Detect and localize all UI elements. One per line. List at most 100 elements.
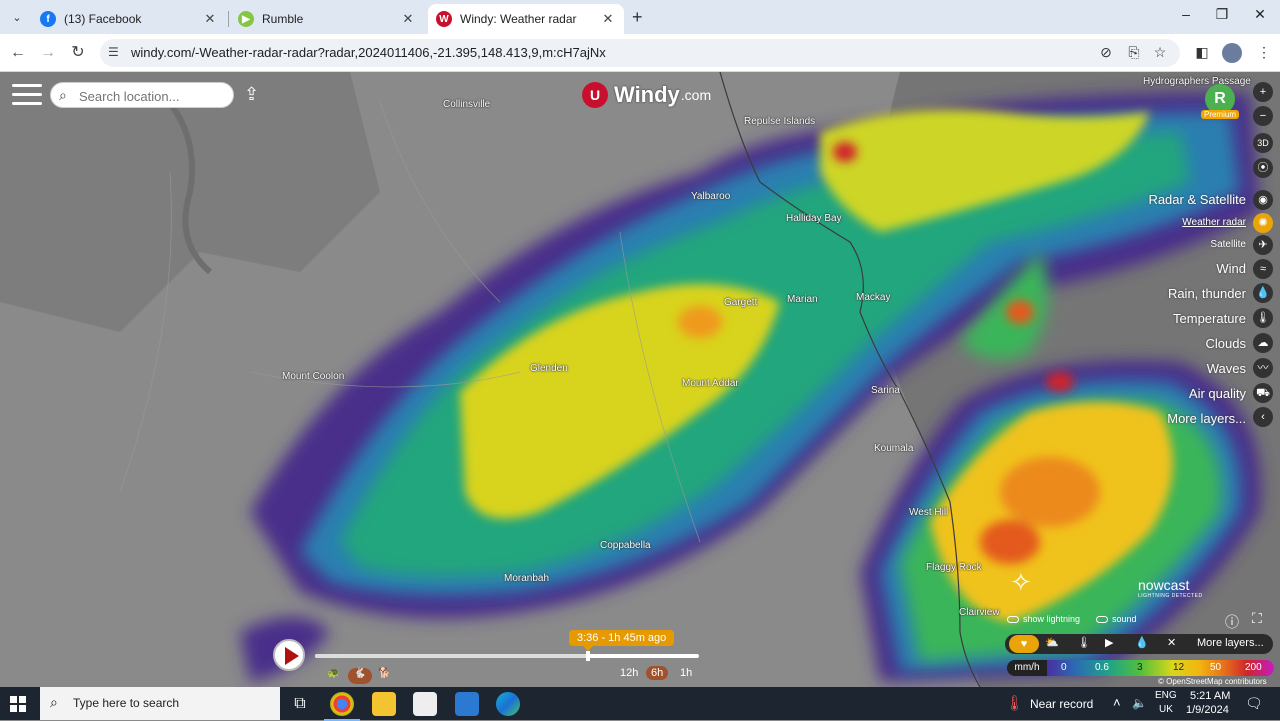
place-marian[interactable]: Marian	[787, 294, 818, 305]
edge-icon[interactable]	[496, 692, 520, 716]
chevron-up-icon[interactable]: ˄	[1113, 695, 1121, 710]
fullscreen-icon[interactable]: ⛶	[1252, 610, 1262, 627]
place-clairview[interactable]: Clairview	[959, 607, 1000, 618]
search-location-box[interactable]: ⌕	[50, 82, 234, 108]
premium-avatar[interactable]: R Premium	[1201, 84, 1239, 122]
range-1h[interactable]: 1h	[675, 666, 697, 680]
weather-icon[interactable]: ⛅	[1045, 636, 1059, 649]
drop-icon[interactable]: 💧	[1135, 636, 1149, 649]
windows-start-icon[interactable]	[10, 696, 26, 712]
menu-kebab-icon[interactable]: ⋮	[1254, 44, 1274, 61]
chevron-left-icon[interactable]: ‹	[1253, 407, 1273, 427]
close-icon[interactable]: ✕	[400, 11, 416, 27]
place-yalbaroo[interactable]: Yalbaroo	[691, 191, 730, 202]
sound-toggle[interactable]: sound	[1096, 614, 1137, 624]
clock-time[interactable]: 5:21 AM	[1190, 690, 1230, 702]
place-mackay[interactable]: Mackay	[856, 292, 890, 303]
reload-button[interactable]: ↻	[67, 42, 89, 64]
layer-weather-radar[interactable]: Weather radar	[1182, 217, 1246, 228]
taskbar-search[interactable]: ⌕ Type here to search	[40, 687, 280, 720]
timeline-track[interactable]	[315, 651, 699, 661]
satellite-icon[interactable]: ✈	[1253, 235, 1273, 255]
window-close-button[interactable]: ✕	[1250, 6, 1270, 23]
favorite-heart-icon[interactable]: ♥	[1009, 635, 1039, 653]
radar-map[interactable]: Collinsville Repulse Islands Hydrographe…	[0, 72, 1280, 687]
layer-rain-thunder[interactable]: Rain, thunder	[1168, 286, 1246, 301]
place-glenden[interactable]: Glenden	[530, 363, 568, 374]
clock-date[interactable]: 1/9/2024	[1186, 704, 1229, 716]
windy-logo[interactable]: U Windy .com	[582, 82, 711, 108]
minimize-button[interactable]: –	[1176, 6, 1196, 22]
address-bar[interactable]: ☰ windy.com/-Weather-radar-radar?radar,2…	[100, 39, 1180, 67]
site-info-icon[interactable]: ☰	[108, 45, 119, 59]
place-mount-addar[interactable]: Mount Addar	[682, 378, 739, 389]
temperature-icon[interactable]: 🌡	[1077, 636, 1091, 649]
layer-waves[interactable]: Waves	[1207, 361, 1246, 376]
timeline-handle[interactable]	[585, 651, 590, 661]
task-view-icon[interactable]: ⧉	[288, 692, 312, 716]
back-button[interactable]: ←	[7, 42, 29, 64]
medium-speed-icon[interactable]: 🐇	[348, 668, 372, 684]
slow-speed-icon[interactable]: 🐢	[327, 668, 339, 679]
layer-more-layers[interactable]: More layers...	[1167, 411, 1246, 426]
region-indicator[interactable]: UK	[1159, 704, 1173, 715]
microsoft-store-icon[interactable]	[413, 692, 437, 716]
tab-windy[interactable]: W Windy: Weather radar ✕	[428, 4, 624, 34]
menu-hamburger-icon[interactable]	[12, 84, 42, 106]
webcam-icon[interactable]: ▶	[1105, 636, 1113, 649]
thermometer-icon[interactable]: 🌡	[1253, 308, 1273, 328]
thermometer-icon[interactable]: 🌡	[1005, 694, 1024, 712]
place-halliday-bay[interactable]: Halliday Bay	[786, 213, 842, 224]
place-gargett[interactable]: Gargett	[724, 297, 757, 308]
place-moranbah[interactable]: Moranbah	[504, 573, 549, 584]
rain-icon[interactable]: 💧	[1253, 283, 1273, 303]
file-explorer-icon[interactable]	[372, 692, 396, 716]
show-lightning-toggle[interactable]: show lightning	[1007, 614, 1080, 624]
zoom-out-button[interactable]: −	[1253, 106, 1273, 126]
tab-facebook[interactable]: f (13) Facebook ✕	[32, 4, 226, 34]
profile-avatar[interactable]	[1222, 43, 1242, 63]
close-icon[interactable]: ✕	[202, 11, 218, 27]
tab-rumble[interactable]: ▶ Rumble ✕	[230, 4, 424, 34]
fast-speed-icon[interactable]: 🐕	[378, 668, 390, 679]
location-icon[interactable]: ⦿	[1253, 158, 1273, 178]
language-indicator[interactable]: ENG	[1155, 690, 1177, 701]
weather-status[interactable]: Near record	[1030, 697, 1093, 711]
air-quality-icon[interactable]: ⛟	[1253, 383, 1273, 403]
layer-air-quality[interactable]: Air quality	[1189, 386, 1246, 401]
weather-radar-icon[interactable]: ✺	[1253, 213, 1273, 233]
search-input[interactable]	[77, 86, 227, 106]
chrome-icon[interactable]	[324, 692, 360, 721]
place-flaggy-rock[interactable]: Flaggy Rock	[926, 562, 982, 573]
place-west-hill[interactable]: West Hill	[909, 507, 948, 518]
place-collinsville[interactable]: Collinsville	[443, 99, 490, 110]
tab-search-button[interactable]: ⌄	[6, 6, 28, 28]
wind-icon[interactable]: ≈	[1253, 259, 1273, 279]
notification-icon[interactable]: 🗨	[1245, 695, 1263, 712]
place-mount-coolon[interactable]: Mount Coolon	[282, 371, 344, 382]
forward-button[interactable]: →	[37, 42, 59, 64]
nowcast-logo[interactable]: nowcast LIGHTNING DETECTED	[1138, 577, 1203, 599]
side-panel-icon[interactable]: ◧	[1192, 44, 1212, 61]
place-sarina[interactable]: Sarina	[871, 385, 900, 396]
share-icon[interactable]: ⇪	[244, 84, 259, 105]
speaker-icon[interactable]: 🔈	[1132, 696, 1147, 710]
precipitation-legend[interactable]: mm/h 0 0.6 3 12 50 200	[1007, 660, 1274, 676]
zoom-in-button[interactable]: +	[1253, 82, 1273, 102]
layer-wind[interactable]: Wind	[1216, 261, 1246, 276]
close-icon[interactable]: ✕	[1167, 636, 1176, 649]
layer-clouds[interactable]: Clouds	[1206, 336, 1246, 351]
new-tab-button[interactable]: +	[632, 7, 643, 28]
restore-button[interactable]: ❐	[1212, 6, 1232, 23]
place-koumala[interactable]: Koumala	[874, 443, 913, 454]
close-icon[interactable]: ✕	[600, 11, 616, 27]
range-6h[interactable]: 6h	[646, 666, 669, 680]
place-coppabella[interactable]: Coppabella	[600, 540, 651, 551]
3d-button[interactable]: 3D	[1253, 133, 1273, 153]
info-icon[interactable]: ⓘ	[1225, 612, 1239, 632]
play-button[interactable]	[273, 639, 305, 671]
tracking-icon[interactable]: ⊘	[1096, 44, 1116, 61]
layer-temperature[interactable]: Temperature	[1173, 311, 1246, 326]
place-repulse-islands[interactable]: Repulse Islands	[744, 116, 815, 127]
cloud-icon[interactable]: ☁	[1253, 333, 1273, 353]
